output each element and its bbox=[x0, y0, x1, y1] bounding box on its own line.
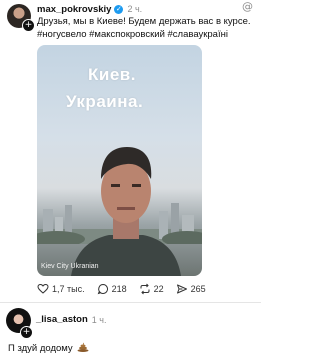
threads-logo-icon[interactable]: @ bbox=[242, 0, 253, 13]
verified-badge-icon: ✓ bbox=[114, 4, 124, 14]
author-username[interactable]: max_pokrovskiy bbox=[37, 4, 111, 15]
like-button[interactable]: 1,7 тыс. bbox=[37, 283, 85, 295]
post-timestamp: 2 ч. bbox=[127, 4, 143, 14]
reply-username[interactable]: _lisa_aston bbox=[36, 314, 88, 325]
reply-header: _lisa_aston 1 ч. bbox=[36, 314, 106, 325]
post-text: Друзья, мы в Киеве! Будем держать вас в … bbox=[37, 16, 251, 40]
video-overlay-line-1: Киев. bbox=[88, 65, 136, 84]
share-button[interactable]: 265 bbox=[176, 283, 206, 295]
share-count: 265 bbox=[190, 284, 206, 294]
reply: + _lisa_aston 1 ч. П здуй додому bbox=[0, 304, 261, 360]
plus-badge-icon[interactable]: + bbox=[20, 326, 33, 339]
post-header: max_pokrovskiy ✓ 2 ч. bbox=[37, 2, 255, 16]
like-count: 1,7 тыс. bbox=[52, 284, 85, 294]
repost-button[interactable]: 22 bbox=[139, 283, 164, 295]
person-figure bbox=[71, 147, 181, 276]
video-caption: Kiev City Ukranian bbox=[41, 263, 99, 270]
heart-icon bbox=[37, 283, 49, 294]
poop-emoji-icon bbox=[77, 342, 89, 352]
divider bbox=[0, 302, 261, 303]
repost-icon bbox=[140, 283, 150, 295]
reply-text: П здуй додому bbox=[8, 343, 73, 354]
reply-text-container: П здуй додому bbox=[8, 342, 89, 354]
plus-badge-icon[interactable]: + bbox=[22, 19, 35, 32]
post-actions: 1,7 тыс. 218 22 265 bbox=[37, 283, 218, 295]
comment-icon bbox=[97, 283, 108, 295]
reply-timestamp: 1 ч. bbox=[91, 314, 107, 325]
video-overlay-line-2: Украина. bbox=[66, 92, 144, 111]
comment-button[interactable]: 218 bbox=[97, 283, 127, 295]
video-player[interactable]: Киев. Украина. Kiev City Ukranian bbox=[37, 45, 202, 276]
comment-count: 218 bbox=[111, 284, 127, 294]
repost-count: 22 bbox=[153, 284, 164, 294]
post: + max_pokrovskiy ✓ 2 ч. @ Друзья, мы в К… bbox=[0, 0, 261, 304]
share-icon bbox=[176, 284, 187, 294]
